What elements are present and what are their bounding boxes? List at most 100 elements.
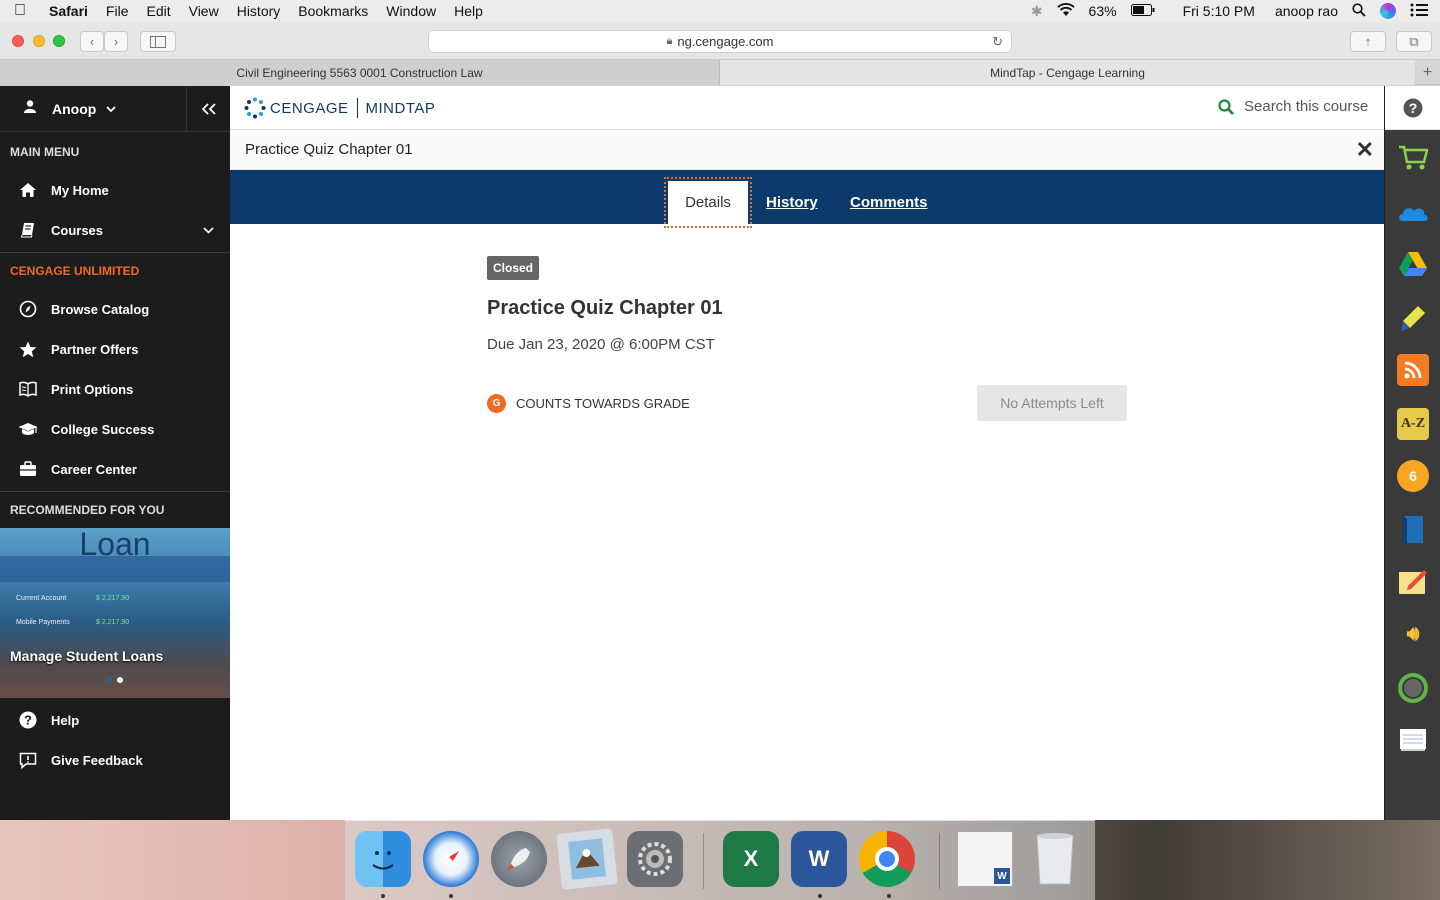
tab-details[interactable]: Details (664, 177, 752, 228)
sidebar-item-help[interactable]: ? Help (0, 700, 230, 740)
menu-bookmarks[interactable]: Bookmarks (289, 3, 377, 19)
tab-comments[interactable]: Comments (850, 181, 928, 224)
briefcase-icon (18, 460, 38, 478)
audio-book-icon[interactable]: 6 (1397, 460, 1429, 492)
user-icon (24, 99, 36, 118)
carousel-dot[interactable] (106, 677, 112, 683)
collapse-sidebar-button[interactable] (186, 86, 230, 132)
siri-icon[interactable] (1380, 3, 1396, 19)
sidebar-item-print-options[interactable]: Print Options (0, 369, 230, 409)
sidebar-item-label: Help (51, 712, 80, 728)
ebook-icon[interactable] (1397, 514, 1429, 546)
menu-help[interactable]: Help (445, 3, 492, 19)
bluetooth-icon[interactable]: ✱ (1031, 3, 1043, 20)
rss-icon[interactable] (1397, 354, 1429, 386)
sidebar-item-label: Courses (51, 222, 104, 238)
menu-view[interactable]: View (180, 3, 228, 19)
sidebar-item-label: Give Feedback (51, 752, 143, 768)
forward-button[interactable]: › (104, 31, 128, 52)
tab-history[interactable]: History (766, 181, 818, 224)
chrome-icon[interactable] (859, 831, 915, 887)
browser-tab[interactable]: Civil Engineering 5563 0001 Construction… (0, 60, 720, 85)
trash-icon[interactable] (1027, 831, 1083, 887)
menu-app-name[interactable]: Safari (40, 3, 97, 19)
star-icon (18, 340, 38, 358)
no-attempts-left-button[interactable]: No Attempts Left (977, 385, 1127, 421)
show-all-tabs-button[interactable]: ⧉ (1396, 31, 1432, 52)
system-preferences-icon[interactable] (627, 831, 683, 887)
sidebar-item-label: My Home (51, 182, 109, 198)
sidebar-toggle-button[interactable] (140, 31, 176, 52)
sidebar-item-college-success[interactable]: College Success (0, 409, 230, 449)
zoom-window-button[interactable] (53, 35, 65, 47)
user-name-label: Anoop (52, 100, 97, 117)
chrome-center (875, 847, 899, 871)
carousel-dot-active[interactable] (117, 677, 123, 683)
chevron-down-icon (106, 100, 116, 118)
safari-icon[interactable] (423, 831, 479, 887)
mail-stamp-icon[interactable] (556, 828, 618, 890)
address-bar[interactable]: 🔒︎ ng.cengage.com ↻ (428, 30, 1012, 53)
activity-title: Practice Quiz Chapter 01 (487, 297, 723, 319)
wifi-icon[interactable] (1056, 2, 1075, 20)
notification-center-icon[interactable] (1410, 3, 1428, 20)
close-icon[interactable]: ✕ (1356, 137, 1374, 163)
browser-tab-title: Civil Engineering 5563 0001 Construction… (236, 65, 483, 80)
clock[interactable]: Fri 5:10 PM (1183, 3, 1255, 19)
dock-separator (939, 833, 940, 889)
sidebar-item-label: Partner Offers (51, 341, 139, 357)
course-search[interactable]: Search this course (1218, 98, 1368, 115)
word-document-minimized-icon[interactable]: W (957, 831, 1013, 887)
spotlight-icon[interactable] (1352, 2, 1366, 20)
activity-title-bar: Practice Quiz Chapter 01 ✕ (230, 130, 1384, 170)
highlighter-icon[interactable] (1397, 302, 1429, 334)
cengage-mindtap-logo[interactable]: CENGAGE MINDTAP (244, 97, 435, 119)
help-icon: ? (18, 711, 38, 729)
dock-running-indicator (887, 894, 891, 898)
readspeaker-icon[interactable]: 🔊︎ (1397, 618, 1429, 650)
share-button[interactable]: ↑ (1350, 31, 1386, 52)
google-drive-icon[interactable] (1397, 248, 1429, 280)
recommended-heading: RECOMMENDED FOR YOU (10, 503, 165, 517)
browser-tab-active[interactable]: MindTap - Cengage Learning (720, 60, 1415, 85)
sidebar-item-career-center[interactable]: Career Center (0, 449, 230, 489)
reload-icon[interactable]: ↻ (992, 34, 1003, 50)
close-window-button[interactable] (12, 35, 24, 47)
finder-icon[interactable] (355, 831, 411, 887)
sidebar-item-partner-offers[interactable]: Partner Offers (0, 329, 230, 369)
word-icon[interactable]: W (791, 831, 847, 887)
apple-icon[interactable]:  (0, 2, 40, 20)
new-tab-button[interactable]: + (1415, 60, 1440, 85)
sidebar-item-courses[interactable]: Courses (0, 210, 230, 250)
chevron-down-icon[interactable] (203, 222, 214, 237)
menu-file[interactable]: File (97, 3, 138, 19)
user-name[interactable]: anoop rao (1275, 3, 1338, 19)
grade-icon: G (487, 394, 506, 413)
flashcards-icon[interactable] (1397, 724, 1429, 756)
help-button[interactable]: ? (1385, 86, 1440, 130)
promo-title: Manage Student Loans (10, 648, 164, 664)
shopping-cart-icon[interactable] (1397, 142, 1429, 174)
promo-app-nav-strip (0, 556, 230, 582)
sidebar-item-my-home[interactable]: My Home (0, 170, 230, 210)
promo-carousel-manage-student-loans[interactable]: Loan Current Account $ 2,217.90 Mobile P… (0, 528, 230, 698)
sidebar-item-browse-catalog[interactable]: Browse Catalog (0, 289, 230, 329)
promo-row-amount: $ 2,217.90 (96, 619, 130, 626)
menu-window[interactable]: Window (377, 3, 445, 19)
logo-cengage-text: CENGAGE (270, 99, 349, 117)
launchpad-icon[interactable] (491, 831, 547, 887)
dictionary-az-icon[interactable]: A-Z (1397, 408, 1429, 440)
back-button[interactable]: ‹ (80, 31, 104, 52)
battery-icon[interactable] (1130, 3, 1155, 19)
excel-icon[interactable]: X (723, 831, 779, 887)
menu-history[interactable]: History (228, 3, 290, 19)
profile-ring-icon[interactable] (1397, 672, 1429, 704)
notes-icon[interactable] (1397, 566, 1429, 598)
menu-edit[interactable]: Edit (137, 3, 179, 19)
sidebar-item-label: Browse Catalog (51, 301, 150, 317)
minimize-window-button[interactable] (33, 35, 45, 47)
compass-icon (18, 300, 38, 318)
sidebar-item-label: College Success (51, 421, 155, 437)
onedrive-icon[interactable] (1397, 196, 1429, 228)
sidebar-item-give-feedback[interactable]: Give Feedback (0, 740, 230, 780)
